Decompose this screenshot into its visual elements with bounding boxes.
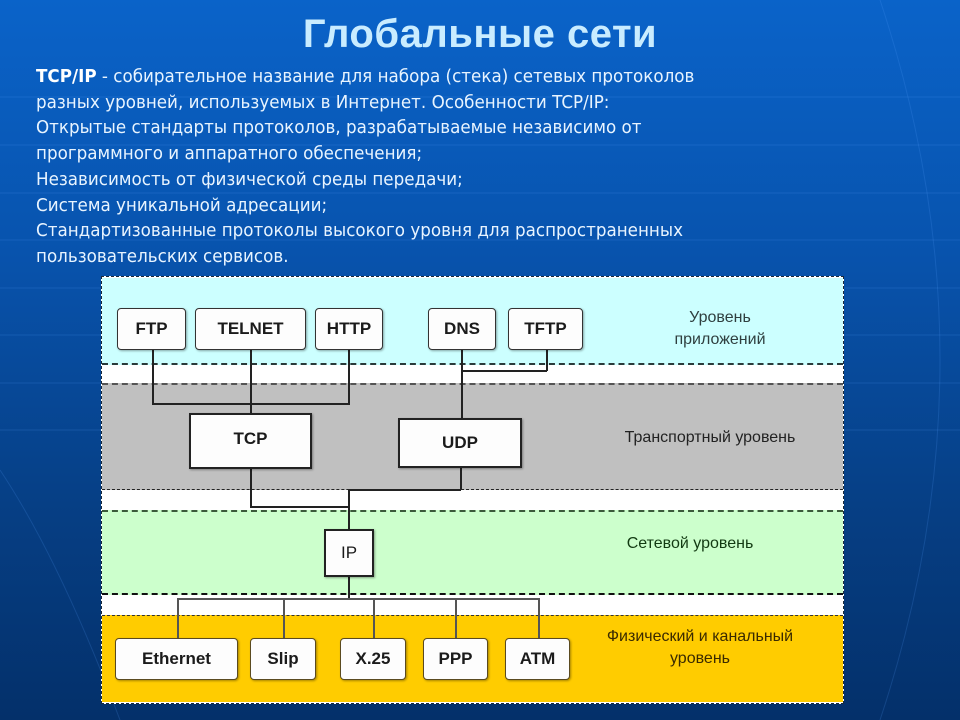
connector-udp-down: [460, 468, 462, 490]
label-application-layer: Уровень приложений: [674, 309, 766, 348]
protocol-ip: IP: [324, 529, 374, 577]
protocol-ppp: PPP: [423, 638, 488, 680]
protocol-dns: DNS: [428, 308, 496, 350]
connector-physical-bus: [177, 598, 539, 600]
protocol-tcp: TCP: [189, 413, 312, 469]
protocol-ftp: FTP: [117, 308, 186, 350]
connector-ppp: [455, 598, 457, 638]
connector-http: [348, 350, 350, 404]
connector-udp-ip: [348, 489, 461, 491]
connector-tftp: [546, 350, 548, 371]
connector-tcp-down: [250, 469, 252, 507]
connector-ftp: [152, 350, 154, 404]
connector-udp-bus: [461, 370, 547, 372]
protocol-x25: X.25: [340, 638, 406, 680]
connector-slip: [283, 598, 285, 638]
protocol-ethernet: Ethernet: [115, 638, 238, 680]
connector-ip-down: [348, 577, 350, 599]
connector-dns: [461, 350, 463, 418]
protocol-tftp: TFTP: [508, 308, 583, 350]
connector-atm: [538, 598, 540, 638]
label-physical-layer: Физический и канальный уровень: [606, 628, 794, 667]
connector-x25: [373, 598, 375, 638]
protocol-slip: Slip: [250, 638, 316, 680]
connector-tcp-bus: [152, 403, 350, 405]
connector-tcp-ip: [250, 506, 350, 508]
protocol-udp: UDP: [398, 418, 522, 468]
label-transport-layer: Транспортный уровень: [624, 429, 796, 446]
connector-ethernet: [177, 598, 179, 638]
tcpip-stack-diagram: FTP TELNET HTTP DNS TFTP TCP UDP IP Ethe…: [0, 0, 960, 720]
protocol-atm: ATM: [505, 638, 570, 680]
protocol-http: HTTP: [315, 308, 383, 350]
connector-ip-up: [348, 489, 350, 530]
label-network-layer: Сетевой уровень: [626, 535, 754, 552]
protocol-telnet: TELNET: [195, 308, 306, 350]
